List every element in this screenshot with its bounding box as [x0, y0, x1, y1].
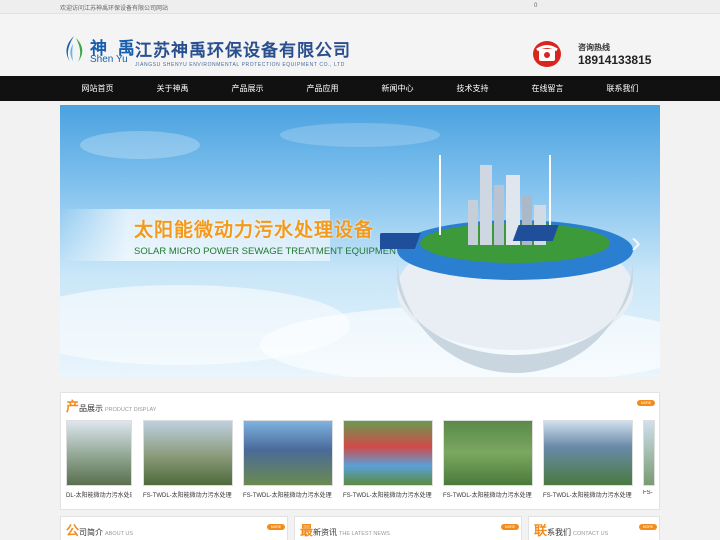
products-section-title: 产品展示 PRODUCT DISPLAY: [66, 399, 157, 414]
product-card[interactable]: FS-TWDL-太阳能微动力污水处理: [243, 420, 333, 500]
site-header: 神 禹 Shen Yu 江苏神禹环保设备有限公司 JIANGSU SHENYU …: [0, 14, 720, 76]
hotline-number[interactable]: 18914133815: [578, 53, 651, 67]
phone-icon: [533, 41, 561, 67]
product-card[interactable]: FS-: [643, 420, 655, 500]
nav-home[interactable]: 网站首页: [60, 76, 135, 101]
about-section: 公司简介 ABOUT US MORE: [60, 516, 288, 540]
logo[interactable]: 神 禹 Shen Yu: [60, 30, 140, 76]
product-caption[interactable]: FS-TWDL-太阳能微动力污水处理: [343, 490, 433, 499]
product-caption[interactable]: DL-太阳能微动力污水处理: [66, 490, 132, 499]
company-name: 江苏神禹环保设备有限公司 JIANGSU SHENYU ENVIRONMENTA…: [135, 36, 351, 68]
main-nav: 网站首页 关于神禹 产品展示 产品应用 新闻中心 技术支持 在线留言 联系我们: [0, 76, 720, 101]
product-card[interactable]: FS-TWDL-太阳能微动力污水处理: [343, 420, 433, 500]
visit-count: 0: [534, 3, 538, 9]
company-name-en: JIANGSU SHENYU ENVIRONMENTAL PROTECTION …: [135, 62, 345, 68]
news-section: 最新资讯 THE LATEST NEWS MORE: [294, 516, 522, 540]
product-card[interactable]: FS-TWDL-太阳能微动力污水处理: [543, 420, 633, 500]
product-thumb[interactable]: [66, 420, 132, 486]
banner-title: 太阳能微动力污水处理设备: [134, 220, 375, 241]
product-thumb[interactable]: [343, 420, 433, 486]
nav-support[interactable]: 技术支持: [435, 76, 510, 101]
hero-banner[interactable]: 太阳能微动力污水处理设备 SOLAR MICRO POWER SEWAGE TR…: [60, 105, 660, 377]
product-thumb[interactable]: [243, 420, 333, 486]
banner-next-arrow[interactable]: ›: [624, 228, 648, 259]
contact-section: 联系我们 CONTACT US MORE: [528, 516, 660, 540]
about-section-title: 公司简介 ABOUT US: [66, 523, 134, 538]
nav-contact[interactable]: 联系我们: [585, 76, 660, 101]
product-caption[interactable]: FS-: [643, 490, 655, 496]
top-bar: 欢迎访问江苏神禹环保设备有限公司网站 0: [0, 0, 720, 14]
welcome-text: 欢迎访问江苏神禹环保设备有限公司网站: [60, 6, 169, 12]
banner-subtitle: SOLAR MICRO POWER SEWAGE TREATMENT EQUIP…: [134, 246, 402, 257]
news-more-button[interactable]: MORE: [501, 524, 519, 530]
product-card[interactable]: FS-TWDL-太阳能微动力污水处理: [443, 420, 533, 500]
nav-message[interactable]: 在线留言: [510, 76, 585, 101]
product-caption[interactable]: FS-TWDL-太阳能微动力污水处理: [443, 490, 533, 499]
product-thumb[interactable]: [143, 420, 233, 486]
nav-about[interactable]: 关于神禹: [135, 76, 210, 101]
logo-en-text: Shen Yu: [90, 54, 128, 65]
product-thumb[interactable]: [543, 420, 633, 486]
hotline-label: 咨询热线: [578, 43, 610, 52]
nav-products[interactable]: 产品展示: [210, 76, 285, 101]
contact-section-title: 联系我们 CONTACT US: [534, 523, 609, 538]
globe-city-illustration: [380, 155, 633, 373]
news-section-title: 最新资讯 THE LATEST NEWS: [300, 523, 390, 538]
product-caption[interactable]: FS-TWDL-太阳能微动力污水处理: [143, 490, 233, 499]
nav-news[interactable]: 新闻中心: [360, 76, 435, 101]
product-caption[interactable]: FS-TWDL-太阳能微动力污水处理: [243, 490, 333, 499]
product-thumb[interactable]: [443, 420, 533, 486]
nav-applications[interactable]: 产品应用: [285, 76, 360, 101]
leaf-logo-icon: [66, 36, 83, 62]
product-card[interactable]: FS-TWDL-太阳能微动力污水处理: [143, 420, 233, 500]
product-card[interactable]: DL-太阳能微动力污水处理: [66, 420, 132, 500]
about-more-button[interactable]: MORE: [267, 524, 285, 530]
hotline: 咨询热线 18914133815: [532, 40, 672, 70]
product-thumb[interactable]: [643, 420, 655, 486]
product-caption[interactable]: FS-TWDL-太阳能微动力污水处理: [543, 490, 633, 499]
products-section: 产品展示 PRODUCT DISPLAY MORE DL-太阳能微动力污水处理 F…: [60, 392, 660, 510]
products-more-button[interactable]: MORE: [637, 400, 655, 406]
company-name-cn: 江苏神禹环保设备有限公司: [135, 41, 351, 60]
contact-more-button[interactable]: MORE: [639, 524, 657, 530]
